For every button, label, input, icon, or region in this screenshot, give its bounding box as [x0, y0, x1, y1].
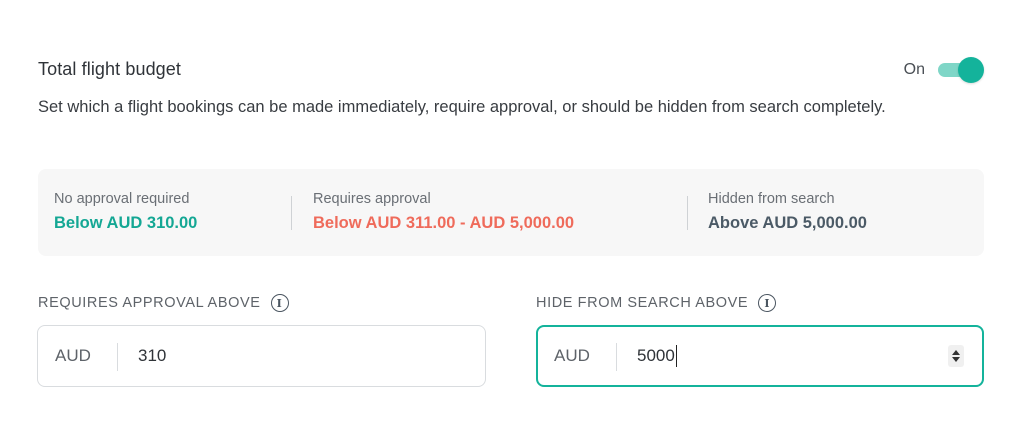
approval-above-currency: AUD: [38, 326, 118, 386]
currency-separator: [117, 343, 118, 371]
approval-above-value-field[interactable]: 310: [118, 346, 485, 366]
stepper-down-icon[interactable]: [952, 357, 960, 362]
toggle-knob[interactable]: [958, 57, 984, 83]
budget-summary-panel: No approval required Below AUD 310.00 Re…: [38, 169, 984, 256]
approval-above-label-row: REQUIRES APPROVAL ABOVE i: [38, 294, 289, 312]
stepper-up-icon[interactable]: [952, 350, 960, 355]
summary-divider: [687, 196, 688, 230]
hide-above-label: HIDE FROM SEARCH ABOVE: [536, 295, 749, 311]
summary-no-approval: No approval required Below AUD 310.00: [54, 191, 197, 233]
hide-above-value-field[interactable]: 5000: [617, 345, 948, 367]
hide-above-currency: AUD: [538, 327, 617, 385]
summary-no-approval-label: No approval required: [54, 191, 190, 207]
summary-no-approval-value: Below AUD 310.00: [54, 214, 198, 232]
toggle-label: On: [903, 61, 925, 78]
summary-requires-approval-label: Requires approval: [313, 191, 431, 207]
summary-hidden-label: Hidden from search: [708, 191, 835, 207]
text-caret: [675, 345, 677, 367]
info-icon[interactable]: i: [270, 294, 289, 312]
info-icon[interactable]: i: [758, 294, 777, 312]
currency-label: AUD: [55, 346, 91, 365]
hide-above-label-row: HIDE FROM SEARCH ABOVE i: [536, 294, 777, 312]
summary-hidden: Hidden from search Above AUD 5,000.00: [708, 191, 867, 233]
summary-requires-approval: Requires approval Below AUD 311.00 - AUD…: [313, 191, 574, 233]
budget-toggle-group: On: [904, 57, 984, 83]
approval-above-label: REQUIRES APPROVAL ABOVE: [38, 295, 261, 311]
summary-hidden-value: Above AUD 5,000.00: [708, 214, 867, 232]
section-description: Set which a flight bookings can be made …: [38, 98, 886, 116]
section-title: Total flight budget: [38, 59, 181, 79]
flight-budget-settings: Total flight budget On Set which a fligh…: [0, 0, 1017, 430]
hide-above-value: 5000: [637, 346, 675, 365]
summary-divider: [291, 196, 292, 230]
currency-label: AUD: [554, 346, 590, 365]
hide-above-input[interactable]: AUD 5000: [536, 325, 984, 387]
approval-above-value: 310: [138, 346, 167, 365]
approval-above-input[interactable]: AUD 310: [37, 325, 486, 387]
currency-separator: [616, 343, 617, 371]
summary-requires-approval-value: Below AUD 311.00 - AUD 5,000.00: [313, 214, 575, 232]
budget-toggle-switch[interactable]: [936, 57, 984, 83]
number-stepper[interactable]: [948, 345, 964, 367]
